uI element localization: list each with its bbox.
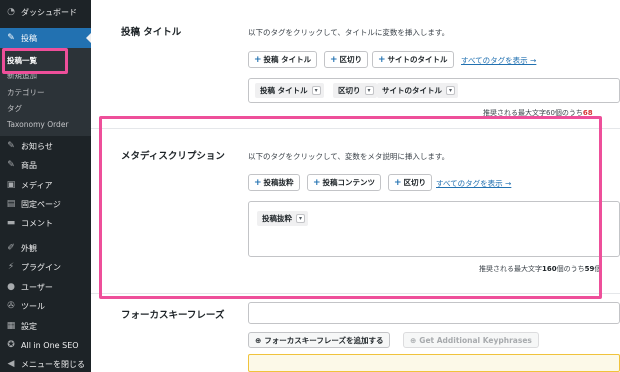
menu-media-label: メディア	[21, 180, 53, 190]
comment-icon: ▬	[6, 218, 16, 228]
menu-media[interactable]: ▣ メディア	[0, 175, 91, 195]
submenu-tags[interactable]: タグ	[7, 103, 22, 114]
title-input-field[interactable]: 投稿 タイトル ▾ 区切り ▾ サイトのタイトル ▾	[248, 78, 620, 103]
plus-circle-icon: ⊕	[410, 335, 417, 345]
user-icon: ●	[7, 282, 15, 292]
focus-section-label: フォーカスキーフレーズ	[121, 310, 225, 321]
menu-pages-label: 固定ページ	[21, 199, 61, 209]
menu-pages[interactable]: ▤ 固定ページ	[0, 194, 91, 214]
menu-users[interactable]: ● ユーザー	[0, 277, 91, 297]
menu-settings-label: 設定	[21, 321, 37, 331]
button-label: Get Additional Keyphrases	[419, 335, 532, 345]
chevron-down-icon[interactable]: ▾	[311, 86, 321, 95]
menu-products-label: 商品	[21, 160, 37, 170]
menu-collapse-label: メニューを閉じる	[21, 359, 85, 369]
menu-comments[interactable]: ▬ コメント	[0, 213, 91, 233]
collapse-icon: ◀	[7, 359, 15, 369]
media-icon: ▣	[6, 180, 16, 190]
admin-sidebar: ◔ ダッシュボード ✎ 投稿 投稿一覧 新規追加 カテゴリー タグ Taxono…	[0, 0, 91, 372]
plus-icon: +	[254, 54, 262, 65]
menu-posts-label: 投稿	[21, 33, 37, 43]
menu-plugins-label: プラグイン	[21, 262, 61, 272]
get-additional-keyphrases-button[interactable]: ⊕ Get Additional Keyphrases	[403, 332, 539, 348]
button-label: フォーカスキーフレーズを追加する	[264, 335, 384, 345]
tag-button-label: サイトのタイトル	[387, 55, 448, 64]
title-chip-separator[interactable]: 区切り ▾	[333, 83, 377, 98]
upgrade-notice	[248, 354, 620, 372]
dashboard-icon: ◔	[7, 7, 15, 17]
chevron-down-icon[interactable]: ▾	[364, 86, 374, 95]
wrench-icon: ✇	[7, 301, 15, 311]
menu-collapse[interactable]: ◀ メニューを閉じる	[0, 354, 91, 372]
add-focus-keyphrase-button[interactable]: ⊕ フォーカスキーフレーズを追加する	[248, 332, 391, 348]
submenu-taxonomy-order[interactable]: Taxonomy Order	[7, 120, 69, 129]
menu-users-label: ユーザー	[21, 282, 53, 292]
menu-aioseo-label: All in One SEO	[21, 340, 79, 350]
chip-label: 投稿 タイトル	[260, 86, 308, 95]
menu-notices-label: お知らせ	[21, 141, 53, 151]
menu-settings[interactable]: ▦ 設定	[0, 316, 91, 336]
title-chip-post-title[interactable]: 投稿 タイトル ▾	[255, 83, 324, 98]
highlight-box-meta-description	[99, 116, 602, 299]
tag-button-label: 区切り	[339, 55, 363, 64]
title-hint: 以下のタグをクリックして、タイトルに変数を挿入します。	[248, 28, 450, 37]
menu-dashboard-label: ダッシュボード	[21, 7, 77, 17]
menu-aioseo[interactable]: ✪ All in One SEO	[0, 335, 91, 355]
menu-notices[interactable]: ✎ お知らせ	[0, 136, 91, 156]
settings-icon: ▦	[6, 321, 16, 331]
menu-appearance[interactable]: ✐ 外観	[0, 238, 91, 258]
menu-comments-label: コメント	[21, 218, 53, 228]
tag-button-label: 投稿 タイトル	[263, 55, 312, 64]
chip-label: 区切り	[338, 86, 361, 95]
submenu-categories[interactable]: カテゴリー	[7, 87, 45, 98]
menu-dashboard[interactable]: ◔ ダッシュボード	[0, 2, 91, 22]
title-chip-site-title[interactable]: サイトのタイトル ▾	[377, 83, 458, 98]
menu-plugins[interactable]: ⚡ プラグイン	[0, 257, 91, 277]
plus-icon: +	[378, 54, 386, 65]
focus-keyphrase-input[interactable]	[248, 302, 620, 324]
menu-products[interactable]: ✎ 商品	[0, 155, 91, 175]
highlight-box-sidebar	[2, 48, 68, 74]
brush-icon: ✐	[7, 243, 15, 253]
view-all-tags-link[interactable]: すべてのタグを表示 →	[461, 55, 536, 66]
menu-posts[interactable]: ✎ 投稿	[0, 28, 91, 48]
tag-button-separator[interactable]: + 区切り	[324, 51, 369, 68]
menu-appearance-label: 外観	[21, 243, 37, 253]
pin-icon: ✎	[7, 141, 15, 151]
plus-circle-icon: ⊕	[255, 335, 262, 345]
pin-icon: ✎	[7, 160, 15, 170]
pin-icon: ✎	[7, 33, 15, 43]
aioseo-icon: ✪	[7, 340, 15, 350]
plus-icon: +	[330, 54, 338, 65]
tag-button-post-title[interactable]: + 投稿 タイトル	[248, 51, 318, 68]
tag-button-site-title[interactable]: + サイトのタイトル	[372, 51, 454, 68]
plugin-icon: ⚡	[7, 262, 15, 272]
chip-label: サイトのタイトル	[382, 86, 442, 95]
page-icon: ▤	[6, 199, 16, 209]
menu-tools[interactable]: ✇ ツール	[0, 296, 91, 316]
chevron-down-icon[interactable]: ▾	[446, 86, 455, 95]
title-section-label: 投稿 タイトル	[121, 27, 182, 38]
menu-tools-label: ツール	[21, 301, 45, 311]
